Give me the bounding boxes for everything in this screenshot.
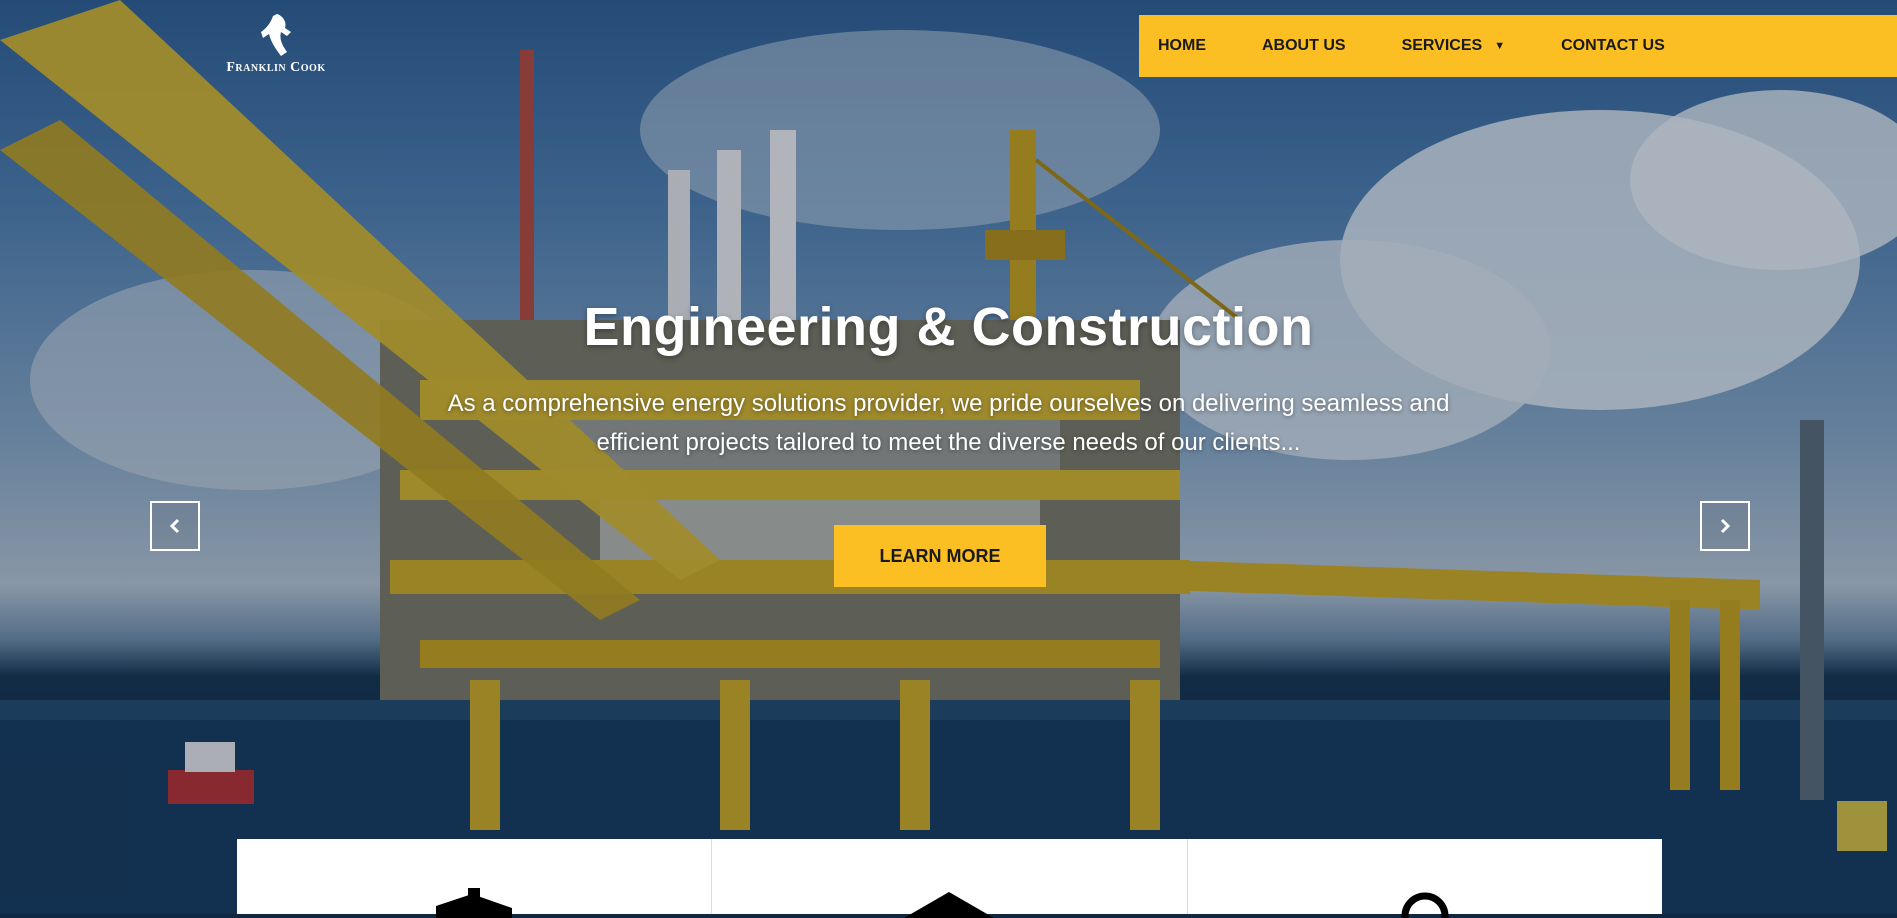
learn-more-button[interactable]: LEARN MORE bbox=[834, 525, 1046, 587]
feature-card[interactable] bbox=[1188, 839, 1662, 918]
chevron-left-icon bbox=[169, 518, 180, 534]
slider-prev-button[interactable] bbox=[150, 501, 200, 551]
hero-subtitle: As a comprehensive energy solutions prov… bbox=[447, 390, 1450, 456]
nav-item-contact-us[interactable]: CONTACT US bbox=[1561, 37, 1665, 55]
slider-next-button[interactable] bbox=[1700, 501, 1750, 551]
brand-name: Franklin Cook bbox=[226, 60, 326, 75]
nav-item-about-us[interactable]: ABOUT US bbox=[1262, 37, 1346, 55]
nav-item-label: CONTACT US bbox=[1561, 37, 1665, 54]
nav-item-services[interactable]: SERVICES ▼ bbox=[1402, 37, 1506, 55]
horse-icon bbox=[261, 14, 291, 56]
nav-item-label: HOME bbox=[1158, 37, 1206, 54]
brand-logo[interactable]: Franklin Cook bbox=[214, 12, 338, 80]
feature-card[interactable] bbox=[712, 839, 1188, 918]
caret-down-icon: ▼ bbox=[1494, 40, 1506, 52]
nav-item-label: SERVICES bbox=[1401, 37, 1483, 54]
main-nav: HOME ABOUT US SERVICES ▼ CONTACT US bbox=[1139, 15, 1897, 77]
feature-cards bbox=[237, 839, 1662, 918]
hero-title: Engineering & Construction bbox=[583, 297, 1314, 357]
feature-card[interactable] bbox=[237, 839, 713, 918]
nav-item-label: ABOUT US bbox=[1262, 37, 1346, 54]
scroll-to-top-button[interactable] bbox=[1837, 801, 1887, 851]
chevron-right-icon bbox=[1720, 518, 1731, 534]
nav-item-home[interactable]: HOME bbox=[1158, 37, 1206, 55]
